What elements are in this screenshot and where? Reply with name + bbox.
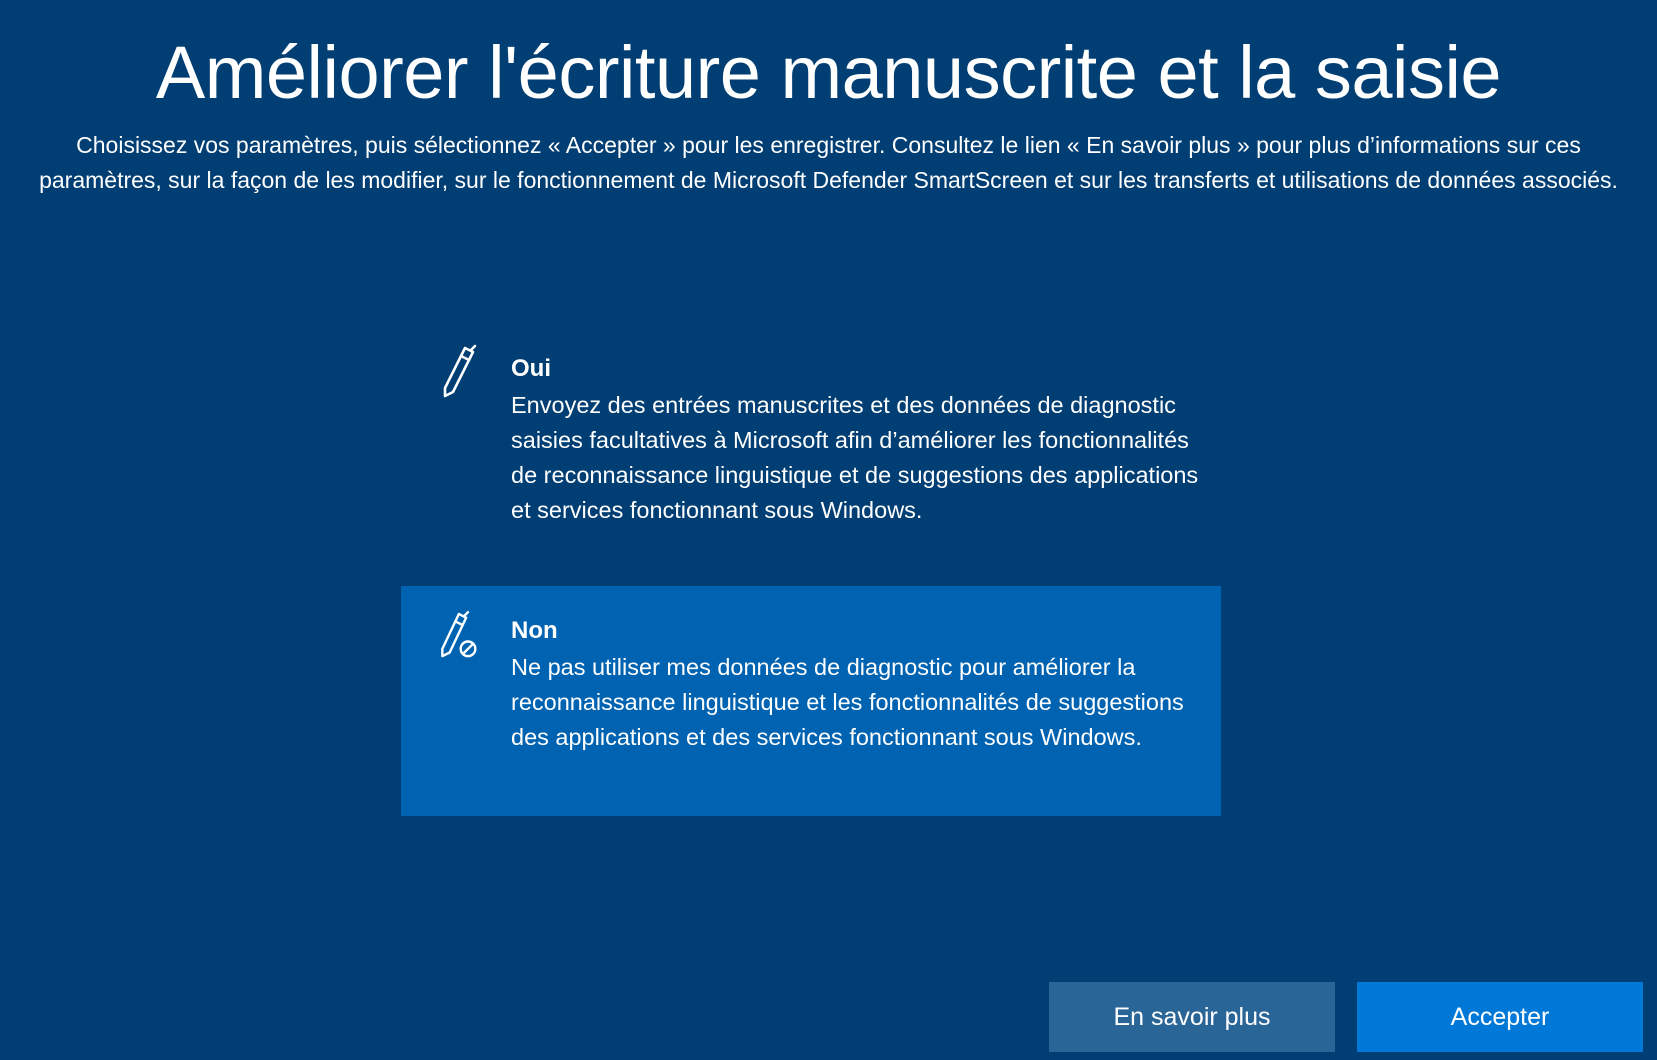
option-non[interactable]: Non Ne pas utiliser mes données de diagn…	[401, 586, 1221, 816]
pen-blocked-icon	[435, 608, 479, 664]
page-subtitle: Choisissez vos paramètres, puis sélectio…	[39, 132, 1618, 193]
option-oui-label: Oui	[511, 355, 551, 382]
option-oui[interactable]: Oui Envoyez des entrées manuscrites et d…	[401, 330, 1221, 570]
page-title: Améliorer l'écriture manuscrite et la sa…	[155, 31, 1502, 114]
option-oui-description: Envoyez des entrées manuscrites et des d…	[511, 392, 1199, 523]
option-non-description: Ne pas utiliser mes données de diagnosti…	[511, 654, 1184, 750]
pen-icon	[435, 344, 479, 400]
option-non-label: Non	[511, 617, 558, 644]
accept-button[interactable]: Accepter	[1357, 982, 1643, 1052]
learn-more-button[interactable]: En savoir plus	[1049, 982, 1335, 1052]
